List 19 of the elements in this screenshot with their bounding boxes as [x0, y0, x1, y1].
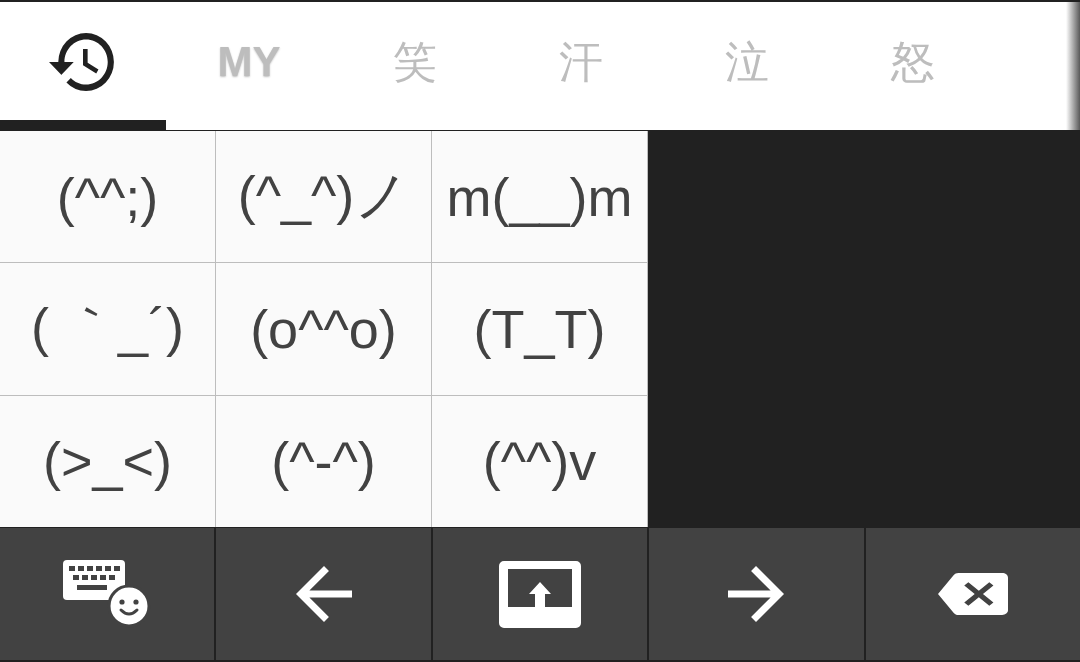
- emoticon-key[interactable]: (>_<): [0, 395, 215, 527]
- arrow-left-icon: [295, 566, 352, 622]
- keyboard-switch-key[interactable]: [0, 528, 215, 660]
- emoticon-key[interactable]: (T_T): [432, 263, 647, 395]
- emoticon-key[interactable]: (^_^)ノ: [216, 131, 431, 263]
- upload-box-icon: [499, 560, 581, 628]
- emoticon-key[interactable]: (^^;): [0, 131, 215, 263]
- history-icon: [49, 33, 117, 91]
- emoticon-key[interactable]: (^-^): [216, 395, 431, 527]
- emoticon-key[interactable]: (o^^o): [216, 263, 431, 395]
- commit-key[interactable]: [432, 528, 648, 660]
- emoticon-key[interactable]: ( ｀_´): [0, 263, 215, 395]
- emoticon-key[interactable]: m(__)m: [432, 131, 647, 263]
- cursor-left-key[interactable]: [216, 528, 431, 660]
- backspace-icon: [937, 573, 1008, 615]
- cursor-right-key[interactable]: [649, 528, 864, 660]
- arrow-right-icon: [728, 566, 785, 622]
- emoticon-key[interactable]: (^^)v: [432, 395, 647, 527]
- backspace-key[interactable]: [865, 528, 1080, 660]
